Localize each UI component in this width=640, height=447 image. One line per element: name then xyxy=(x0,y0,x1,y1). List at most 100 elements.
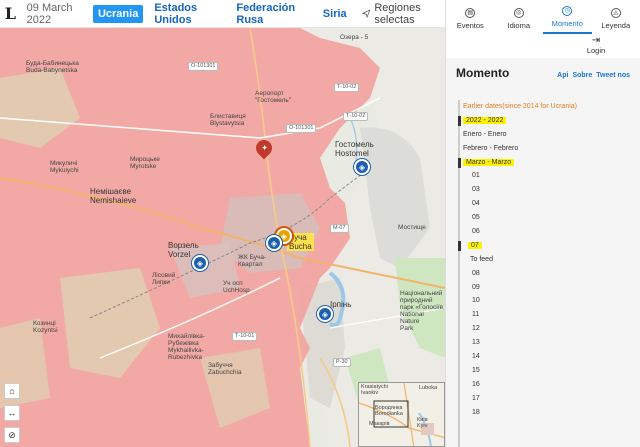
shield-icon: ◈ xyxy=(280,231,288,241)
timeline-day[interactable]: 18 xyxy=(458,406,638,420)
top-bar: L 09 March 2022 Ucrania Estados Unidos F… xyxy=(0,0,445,28)
api-link[interactable]: Api xyxy=(557,72,568,79)
label-mykulychi: Микуличі Mykulychi xyxy=(50,160,79,174)
fire-icon: ✦ xyxy=(260,143,268,153)
regions-selector[interactable]: Regiones selectas xyxy=(361,1,445,26)
label-bucha-kvartal: ЖК Буча- Квартал xyxy=(238,254,267,268)
label-luboka: Luboka xyxy=(419,385,438,391)
login-icon: ⇥ xyxy=(591,35,601,46)
timeline-month[interactable]: Enero - Enero xyxy=(458,128,638,142)
app: L 09 March 2022 Ucrania Estados Unidos F… xyxy=(0,0,640,447)
about-link[interactable]: Sobre xyxy=(572,72,592,79)
label-hostomel: Гостомель Hostomel xyxy=(335,140,374,158)
home-tool-button[interactable]: ⌂ xyxy=(4,383,20,399)
label-kyiv: Київ Kyiv xyxy=(417,417,428,429)
road-badge: Т-10-02 xyxy=(334,83,360,92)
label-borodianka: Бородянка Borodianka xyxy=(375,405,403,417)
timeline-day[interactable]: 04 xyxy=(458,197,638,211)
eventos-icon: ▤ xyxy=(465,8,476,18)
panel-body: Momento Api Sobre Tweet nos Earlier date… xyxy=(446,58,640,447)
event-marker[interactable]: ◈ xyxy=(354,159,370,175)
tab-momento[interactable]: ◷ Momento xyxy=(543,0,592,34)
tab-ucrania[interactable]: Ucrania xyxy=(92,4,144,23)
timeline-earlier[interactable]: Earlier dates(since 2014 for Ucrania) xyxy=(458,100,638,114)
tab-idioma[interactable]: ◎ Idioma xyxy=(495,0,544,34)
timeline-month-label: Marzo - Marzo xyxy=(463,158,515,166)
label-irpin: Ірпінь xyxy=(330,300,352,309)
timeline-marker xyxy=(458,157,461,168)
timeline-month[interactable]: Febrero - Febrero xyxy=(458,142,638,156)
timeline-year-label: 2022 - 2022 xyxy=(463,116,507,124)
event-marker[interactable]: ◈ xyxy=(266,235,282,251)
tweet-link[interactable]: Tweet nos xyxy=(596,72,630,79)
shield-icon: ◈ xyxy=(270,238,278,248)
regions-label: Regiones selectas xyxy=(374,1,421,26)
label-uch-hosp: Уч осп UchHosp xyxy=(223,280,250,294)
tab-federacion-rusa[interactable]: Federación Rusa xyxy=(231,0,311,29)
to-feed-link[interactable]: To feed xyxy=(458,253,638,267)
label-zabuchchia: Забуччя Zabuchchia xyxy=(208,362,242,376)
clock-icon: ◷ xyxy=(562,6,573,16)
label-mykhailivka: Михайлівка- Рубежівка Mykhailivka- Rubez… xyxy=(168,333,205,361)
road-badge: М-07 xyxy=(330,224,349,233)
tab-estados-unidos[interactable]: Estados Unidos xyxy=(149,0,225,29)
timeline-marker xyxy=(458,115,461,126)
minimap[interactable]: Krasiatychi Ivankiv Бородянка Borodianka… xyxy=(358,382,445,447)
logo[interactable]: L xyxy=(0,0,21,28)
map[interactable]: Озера - 5 Буда-Бабинецька Buda-Babynetsk… xyxy=(0,28,445,447)
tab-eventos[interactable]: ▤ Eventos xyxy=(446,0,495,34)
label-mostyshche: Мостище xyxy=(398,224,426,231)
label-blystavytsia: Блиставиця Blystavytsia xyxy=(210,113,246,127)
timeline-day[interactable]: 09 xyxy=(458,281,638,295)
timeline-day[interactable]: 01 xyxy=(458,169,638,183)
panel-title: Momento xyxy=(456,66,510,80)
tab-leyenda-label: Leyenda xyxy=(601,21,631,30)
timeline-marker xyxy=(458,240,461,251)
label-park: Національний природний парк «Голосіїв. N… xyxy=(400,290,445,332)
timeline-day-selected[interactable]: 07 xyxy=(458,239,638,253)
arrows-icon: ↔ xyxy=(7,408,17,418)
label-buda: Буда-Бабинецька Buda-Babynetska xyxy=(26,60,79,74)
label-nemishaeve: Немішаєве Nemishaieve xyxy=(90,187,137,205)
timeline-day-label: 07 xyxy=(468,241,482,249)
timeline-year[interactable]: 2022 - 2022 xyxy=(458,114,638,128)
road-badge: Т-10-02 xyxy=(343,112,369,121)
event-marker[interactable]: ◈ xyxy=(317,306,333,322)
send-icon xyxy=(361,9,371,19)
expand-tool-button[interactable]: ↔ xyxy=(4,405,20,421)
shield-icon: ◈ xyxy=(321,309,329,319)
timeline-day[interactable]: 06 xyxy=(458,225,638,239)
timeline-day[interactable]: 15 xyxy=(458,364,638,378)
timeline-day[interactable]: 03 xyxy=(458,183,638,197)
timeline-day[interactable]: 16 xyxy=(458,378,638,392)
timeline-day[interactable]: 17 xyxy=(458,392,638,406)
road-badge: Т-10-01 xyxy=(232,332,258,341)
hide-tool-button[interactable]: ⊘ xyxy=(4,427,20,443)
timeline-day[interactable]: 14 xyxy=(458,350,638,364)
timeline-day[interactable]: 08 xyxy=(458,267,638,281)
timeline-day[interactable]: 12 xyxy=(458,322,638,336)
current-date[interactable]: 09 March 2022 xyxy=(27,2,85,26)
label-krasiatychi: Krasiatychi Ivankiv xyxy=(361,384,388,396)
event-marker[interactable]: ◈ xyxy=(192,255,208,271)
timeline-day[interactable]: 11 xyxy=(458,308,638,322)
tab-leyenda[interactable]: ◬ Leyenda xyxy=(592,0,640,34)
tab-eventos-label: Eventos xyxy=(456,21,484,30)
label-ozera: Озера - 5 xyxy=(340,34,369,41)
timeline-month-selected[interactable]: Marzo - Marzo xyxy=(458,156,638,170)
compass-icon: ◬ xyxy=(610,8,621,18)
shield-icon: ◈ xyxy=(358,162,366,172)
tab-siria[interactable]: Siria xyxy=(318,5,352,23)
timeline-day[interactable]: 13 xyxy=(458,336,638,350)
shield-icon: ◈ xyxy=(196,258,204,268)
panel-tabs: ▤ Eventos ◎ Idioma ◷ Momento ◬ Leyenda xyxy=(446,0,640,34)
timeline-day[interactable]: 10 xyxy=(458,294,638,308)
eye-off-icon: ⊘ xyxy=(8,429,16,440)
login-label: Login xyxy=(586,46,606,55)
login-button[interactable]: ⇥ Login xyxy=(576,35,616,55)
tab-momento-label: Momento xyxy=(551,19,583,28)
timeline-day[interactable]: 05 xyxy=(458,211,638,225)
timeline: Earlier dates(since 2014 for Ucrania) 20… xyxy=(458,100,638,447)
home-icon: ⌂ xyxy=(9,386,15,396)
globe-icon: ◎ xyxy=(513,8,524,18)
